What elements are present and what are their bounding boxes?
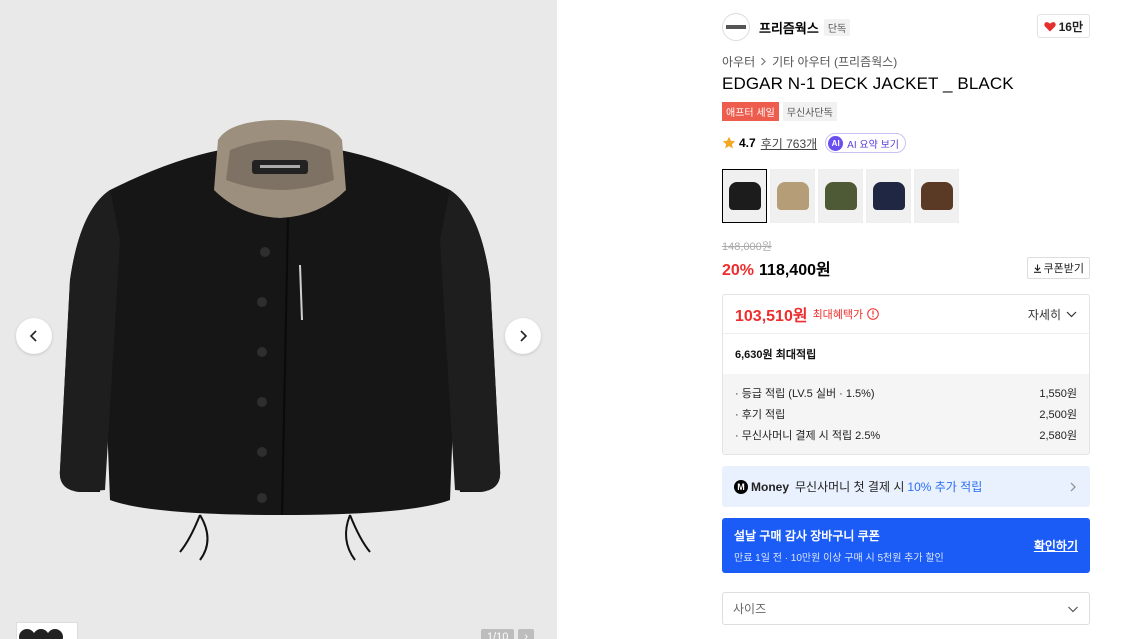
benefit-item-label: · 무신사머니 결제 시 적립 2.5% [735,429,881,442]
max-benefit-label: 최대혜택가 [812,309,864,321]
promo-text: 설날 구매 감사 장바구니 쿠폰 만료 1일 전 · 10만원 이상 구매 시 … [734,527,944,564]
benefit-item-label: · 후기 적립 [735,408,786,421]
money-banner[interactable]: M Money 무신사머니 첫 결제 시 10% 추가 적립 [722,466,1090,507]
review-link[interactable]: 후기 763개 [761,135,817,152]
info-icon[interactable] [867,308,879,320]
list-item: · 등급 적립 (LV.5 실버 · 1.5%) 1,550원 [735,382,1077,403]
chevron-right-icon [761,57,766,66]
coupon-button[interactable]: 쿠폰받기 [1026,257,1090,279]
product-tags: 애프터 세일 무신사단독 [722,102,837,121]
max-benefit-price: 103,510원 [735,308,808,325]
tag-after-sale: 애프터 세일 [722,102,779,121]
discount-rate: 20% [722,262,755,279]
benefit-list: · 등급 적립 (LV.5 실버 · 1.5%) 1,550원 · 후기 적립 … [723,374,1089,454]
product-gallery: 1/10 › [0,0,557,639]
benefit-header: 103,510원 최대혜택가 자세히 [723,295,1089,334]
download-icon [1033,264,1041,273]
list-item: · 무신사머니 결제 시 적립 2.5% 2,580원 [735,424,1077,445]
chevron-right-icon [1070,482,1076,491]
promo-banner: 설날 구매 감사 장바구니 쿠폰 만료 1일 전 · 10만원 이상 구매 시 … [722,518,1090,573]
promo-confirm-link[interactable]: 확인하기 [1034,537,1078,554]
gallery-thumbnail[interactable] [16,622,78,639]
chevron-right-icon [520,330,528,342]
color-swatch-beige[interactable] [770,169,815,223]
money-accent: 10% 추가 적립 [907,480,983,494]
product-details: 프리즘웍스 단독 16만 아우터 기타 아우터 (프리즘웍스) EDGAR N-… [706,0,1106,639]
breadcrumb-item-outer[interactable]: 아우터 [722,53,755,70]
gallery-counter-expand[interactable]: › [518,629,535,639]
benefit-box: 103,510원 최대혜택가 자세히 6,630원 최대적립 · 등급 적립 (… [722,294,1090,455]
chevron-down-icon [1066,311,1077,317]
ai-icon: AI [828,135,844,151]
color-options [722,169,959,223]
max-points: 6,630원 최대적립 [735,349,817,361]
gallery-prev-button[interactable] [16,318,52,354]
promo-title: 설날 구매 감사 장바구니 쿠폰 [734,529,880,543]
money-logo-icon: M [734,479,748,494]
product-image [59,120,501,561]
chevron-left-icon [29,330,37,342]
color-swatch-olive[interactable] [818,169,863,223]
breadcrumb: 아우터 기타 아우터 (프리즘웍스) [722,53,897,70]
brand-exclusive-badge: 단독 [823,18,851,36]
chevron-down-icon [1068,606,1078,612]
star-icon [722,136,736,149]
benefit-detail-toggle[interactable]: 자세히 [1028,306,1077,323]
money-text: 무신사머니 첫 결제 시 [795,480,905,494]
ai-summary-label: AI 요약 보기 [847,139,899,151]
brand-name[interactable]: 프리즘웍스 [759,18,819,37]
ai-summary-button[interactable]: AI AI 요약 보기 [825,133,906,153]
product-title: EDGAR N-1 DECK JACKET _ BLACK [722,74,1014,93]
benefit-detail-label: 자세히 [1027,307,1061,322]
gallery-counter-page: 1/10 [481,629,515,639]
gallery-next-button[interactable] [505,318,541,354]
benefit-item-value: 1,550원 [1039,387,1077,400]
list-item: · 후기 적립 2,500원 [735,403,1077,424]
like-count: 16만 [1058,19,1083,34]
promo-subtitle: 만료 1일 전 · 10만원 이상 구매 시 5천원 추가 할인 [734,553,944,564]
original-price: 148,000원 [722,241,772,253]
product-page: 1/10 › 프리즘웍스 단독 16만 아우터 기타 아우터 (프리즘웍스) E… [0,0,1125,639]
benefit-item-value: 2,580원 [1039,429,1077,442]
coupon-button-label: 쿠폰받기 [1043,263,1084,275]
rating-row: 4.7 후기 763개 AI AI 요약 보기 [722,133,906,153]
color-swatch-black[interactable] [722,169,767,223]
price-row: 20% 118,400원 [722,256,831,280]
color-swatch-brown[interactable] [914,169,959,223]
breadcrumb-item-category[interactable]: 기타 아우터 (프리즘웍스) [772,53,897,70]
rating-value: 4.7 [739,136,756,150]
money-word: Money [751,479,790,494]
brand-logo[interactable] [722,13,750,41]
tag-exclusive: 무신사단독 [782,102,837,121]
color-swatch-navy[interactable] [866,169,911,223]
size-select[interactable]: 사이즈 [722,592,1090,625]
benefit-item-value: 2,500원 [1039,408,1077,421]
sale-price: 118,400원 [759,262,831,279]
size-select-placeholder: 사이즈 [733,602,767,616]
heart-icon [1043,21,1056,31]
like-button[interactable]: 16만 [1036,14,1090,38]
gallery-counter: 1/10 › [481,629,535,639]
brand-row: 프리즘웍스 단독 16만 [722,12,1090,42]
brand-logo-mark [726,25,746,29]
benefit-item-label: · 등급 적립 (LV.5 실버 · 1.5%) [735,387,875,400]
